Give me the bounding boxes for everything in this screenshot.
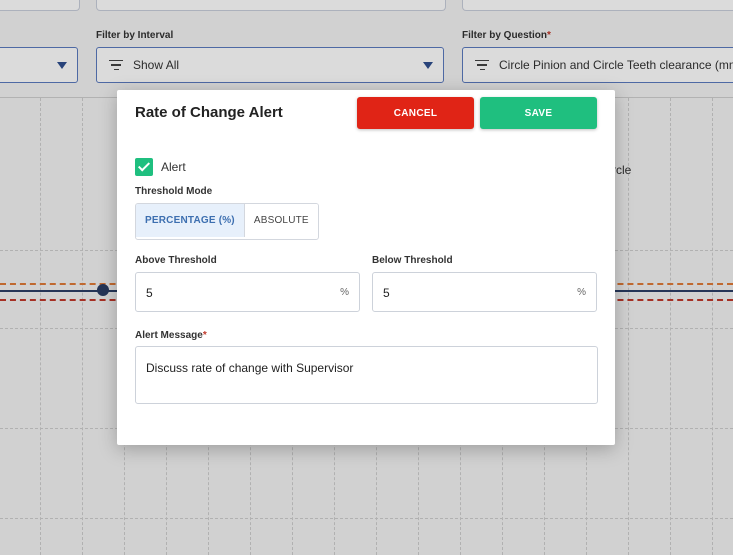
alert-checkbox-row[interactable]: Alert [135, 158, 186, 176]
alert-checkbox[interactable] [135, 158, 153, 176]
above-threshold-value: 5 [146, 286, 153, 300]
above-threshold-unit: % [340, 287, 349, 298]
save-button[interactable]: SAVE [480, 97, 597, 129]
alert-message-textarea[interactable]: Discuss rate of change with Supervisor [135, 346, 598, 404]
alert-checkbox-label: Alert [161, 160, 186, 174]
rate-of-change-alert-dialog: Rate of Change Alert CANCEL SAVE Alert T… [117, 90, 615, 445]
below-threshold-input[interactable]: 5 % [372, 272, 597, 312]
threshold-mode-percentage[interactable]: PERCENTAGE (%) [136, 204, 245, 237]
threshold-mode-label: Threshold Mode [135, 186, 213, 197]
below-threshold-label: Below Threshold [372, 255, 453, 266]
threshold-mode-absolute[interactable]: ABSOLUTE [244, 204, 318, 237]
below-threshold-value: 5 [383, 286, 390, 300]
dialog-title: Rate of Change Alert [135, 104, 283, 121]
threshold-mode-toggle: PERCENTAGE (%) ABSOLUTE [135, 203, 319, 240]
above-threshold-input[interactable]: 5 % [135, 272, 360, 312]
alert-message-value: Discuss rate of change with Supervisor [146, 361, 354, 375]
above-threshold-label: Above Threshold [135, 255, 217, 266]
below-threshold-unit: % [577, 287, 586, 298]
alert-message-label: Alert Message* [135, 330, 207, 341]
cancel-button[interactable]: CANCEL [357, 97, 474, 129]
